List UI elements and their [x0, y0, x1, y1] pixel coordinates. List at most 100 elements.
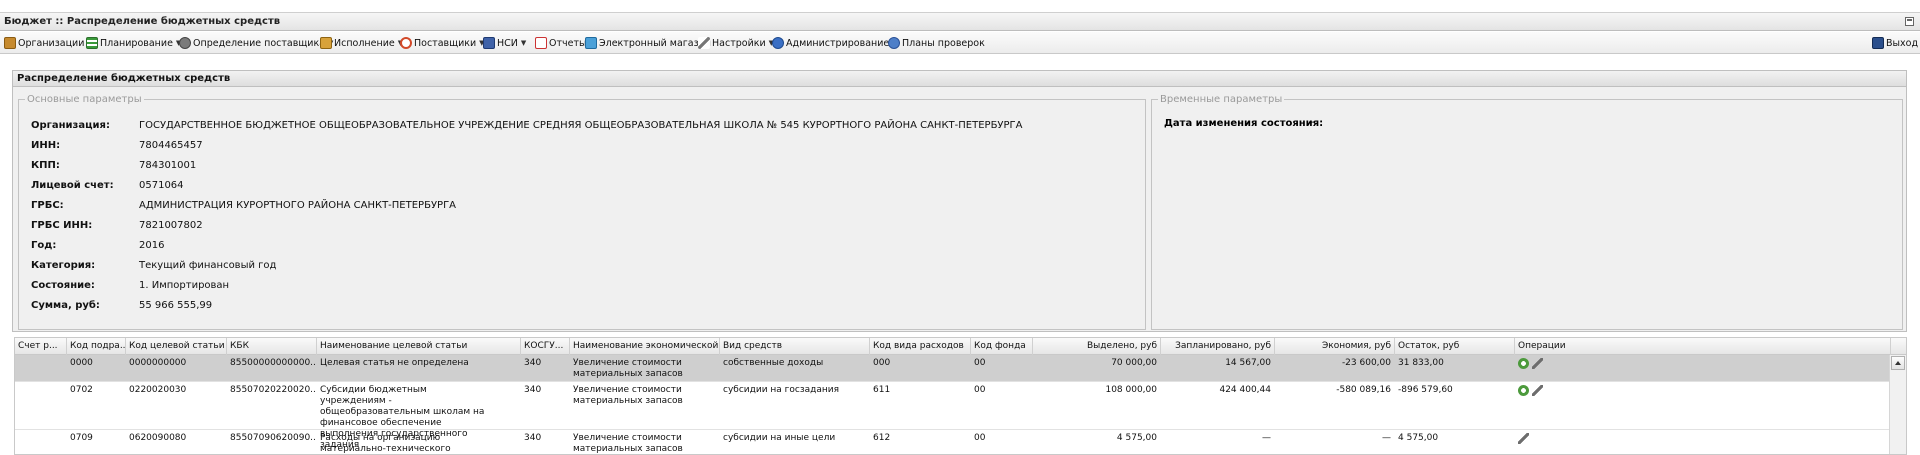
cell-fund-type: собственные доходы: [723, 358, 824, 368]
cell-savings: —: [1382, 433, 1391, 443]
menu-label: Определение поставщика: [193, 37, 326, 49]
user-icon: [888, 37, 900, 49]
table-header: Счет р... Код подра... Код целевой стать…: [15, 338, 1906, 355]
field-category: Категория: Текущий финансовый год: [31, 258, 276, 272]
wrench-icon[interactable]: [1532, 358, 1543, 369]
menu-reports[interactable]: Отчеты: [535, 36, 587, 50]
cell-target-code: 0620090080: [129, 433, 187, 443]
cell-target-name: Целевая статья не определена: [320, 358, 469, 368]
menu-label: Электронный магазин: [599, 37, 712, 49]
field-value: АДМИНИСТРАЦИЯ КУРОРТНОГО РАЙОНА САНКТ-ПЕ…: [139, 199, 457, 211]
cell-economic-name: Увеличение стоимости материальных запасо…: [573, 358, 683, 379]
column-header[interactable]: Код вида расходов: [870, 338, 971, 355]
column-header[interactable]: КБК: [227, 338, 317, 355]
field-kpp: КПП: 784301001: [31, 158, 196, 172]
table-row[interactable]: 0000 0000000000 85500000000000... Целева…: [15, 355, 1891, 382]
panel-title: Распределение бюджетных средств: [17, 73, 231, 84]
menu-settings[interactable]: Настройки▼: [698, 36, 774, 50]
column-header[interactable]: Код целевой статьи: [126, 338, 227, 355]
field-inn: ИНН: 7804465457: [31, 138, 203, 152]
menu-label: Исполнение: [334, 37, 395, 49]
budget-table: Счет р... Код подра... Код целевой стать…: [14, 337, 1907, 455]
window-title: Бюджет :: Распределение бюджетных средст…: [4, 16, 281, 27]
cell-operations: [1518, 358, 1578, 369]
column-header[interactable]: КОСГУ...: [521, 338, 570, 355]
menu-inspection-plans[interactable]: Планы проверок: [888, 36, 985, 50]
menu-label: НСИ: [497, 37, 518, 49]
cell-kosgu: 340: [524, 385, 542, 395]
menu-label: Поставщики: [414, 37, 477, 49]
column-header[interactable]: Наименование экономической ...: [570, 338, 720, 355]
menu-label: Планирование: [100, 37, 173, 49]
scroll-up-icon[interactable]: [1891, 356, 1905, 370]
building-icon: [4, 37, 16, 49]
column-header[interactable]: Вид средств: [720, 338, 870, 355]
cell-savings: -23 600,00: [1341, 358, 1391, 368]
column-header[interactable]: Операции: [1515, 338, 1891, 355]
field-organization: Организация: ГОСУДАРСТВЕННОЕ БЮДЖЕТНОЕ ОБ…: [31, 118, 1023, 132]
field-value: 7821007802: [139, 219, 203, 231]
field-account: Лицевой счет: 0571064: [31, 178, 184, 192]
menu-execution[interactable]: Исполнение▼: [320, 36, 403, 50]
column-header[interactable]: Код фонда: [971, 338, 1033, 355]
time-params-legend: Временные параметры: [1160, 94, 1283, 105]
cell-kbk: 85507020220020...: [230, 385, 315, 395]
field-label: ИНН:: [31, 139, 61, 151]
exit-button[interactable]: Выход: [1872, 36, 1918, 50]
book-icon: [483, 37, 495, 49]
exit-label: Выход: [1886, 37, 1919, 49]
menu-administration[interactable]: Администрирование▼: [772, 36, 898, 50]
field-grbs: ГРБС: АДМИНИСТРАЦИЯ КУРОРТНОГО РАЙОНА САН…: [31, 198, 456, 212]
menu-organizations[interactable]: Организации▼: [4, 36, 93, 50]
column-header[interactable]: Остаток, руб: [1395, 338, 1515, 355]
field-label: Лицевой счет:: [31, 179, 114, 191]
refresh-icon[interactable]: [1518, 385, 1529, 396]
menu-suppliers[interactable]: Поставщики ▼: [400, 36, 485, 50]
cell-remainder: -896 579,60: [1398, 385, 1453, 395]
cell-operations: [1518, 433, 1578, 444]
search-person-icon: [179, 37, 191, 49]
menu-nsi[interactable]: НСИ ▼: [483, 36, 526, 50]
field-label: ГРБС:: [31, 199, 64, 211]
maximize-icon[interactable]: [1905, 17, 1914, 26]
cell-allocated: 70 000,00: [1111, 358, 1157, 368]
menu-e-shop[interactable]: Электронный магазин: [585, 36, 711, 50]
column-header[interactable]: Экономия, руб: [1275, 338, 1395, 355]
menu-label: Настройки: [712, 37, 766, 49]
cell-remainder: 31 833,00: [1398, 358, 1444, 368]
chevron-down-icon: ▼: [520, 39, 527, 47]
wrench-icon[interactable]: [1518, 433, 1529, 444]
table-row[interactable]: 0709 0620090080 85507090620090... Расход…: [15, 430, 1891, 454]
column-header[interactable]: Код подра...: [67, 338, 126, 355]
panel-header: Распределение бюджетных средств: [12, 70, 1907, 87]
cell-target-code: 0220020030: [129, 385, 187, 395]
cell-expense-code: 611: [873, 385, 891, 395]
field-label: Категория:: [31, 259, 96, 271]
cell-operations: [1518, 385, 1578, 396]
column-header[interactable]: Выделено, руб: [1033, 338, 1161, 355]
supplier-icon: [400, 37, 412, 49]
menu-label: Отчеты: [549, 37, 587, 49]
cell-economic-name: Увеличение стоимости материальных запасо…: [573, 433, 683, 454]
cell-planned: —: [1262, 433, 1271, 443]
execution-icon: [320, 37, 332, 49]
field-label: Состояние:: [31, 279, 95, 291]
column-header[interactable]: Наименование целевой статьи: [317, 338, 521, 355]
column-header[interactable]: Запланировано, руб: [1161, 338, 1275, 355]
cell-fund-code: 00: [974, 385, 986, 395]
column-header[interactable]: Счет р...: [15, 338, 67, 355]
menu-label: Организации: [18, 37, 85, 49]
menu-planning[interactable]: Планирование▼: [86, 36, 181, 50]
cell-fund-code: 00: [974, 433, 986, 443]
field-value: 55 966 555,99: [139, 299, 213, 311]
menu-supplier-determination[interactable]: Определение поставщика▼: [179, 36, 333, 50]
field-sum: Сумма, руб: 55 966 555,99: [31, 298, 212, 312]
field-value: 784301001: [139, 159, 197, 171]
cell-kosgu: 340: [524, 433, 542, 443]
table-scrollbar[interactable]: [1889, 355, 1906, 454]
wrench-icon[interactable]: [1532, 385, 1543, 396]
refresh-icon[interactable]: [1518, 358, 1529, 369]
table-row[interactable]: 0702 0220020030 85507020220020... Субсид…: [15, 382, 1891, 450]
field-label: Сумма, руб:: [31, 299, 100, 311]
cell-expense-code: 000: [873, 358, 891, 368]
